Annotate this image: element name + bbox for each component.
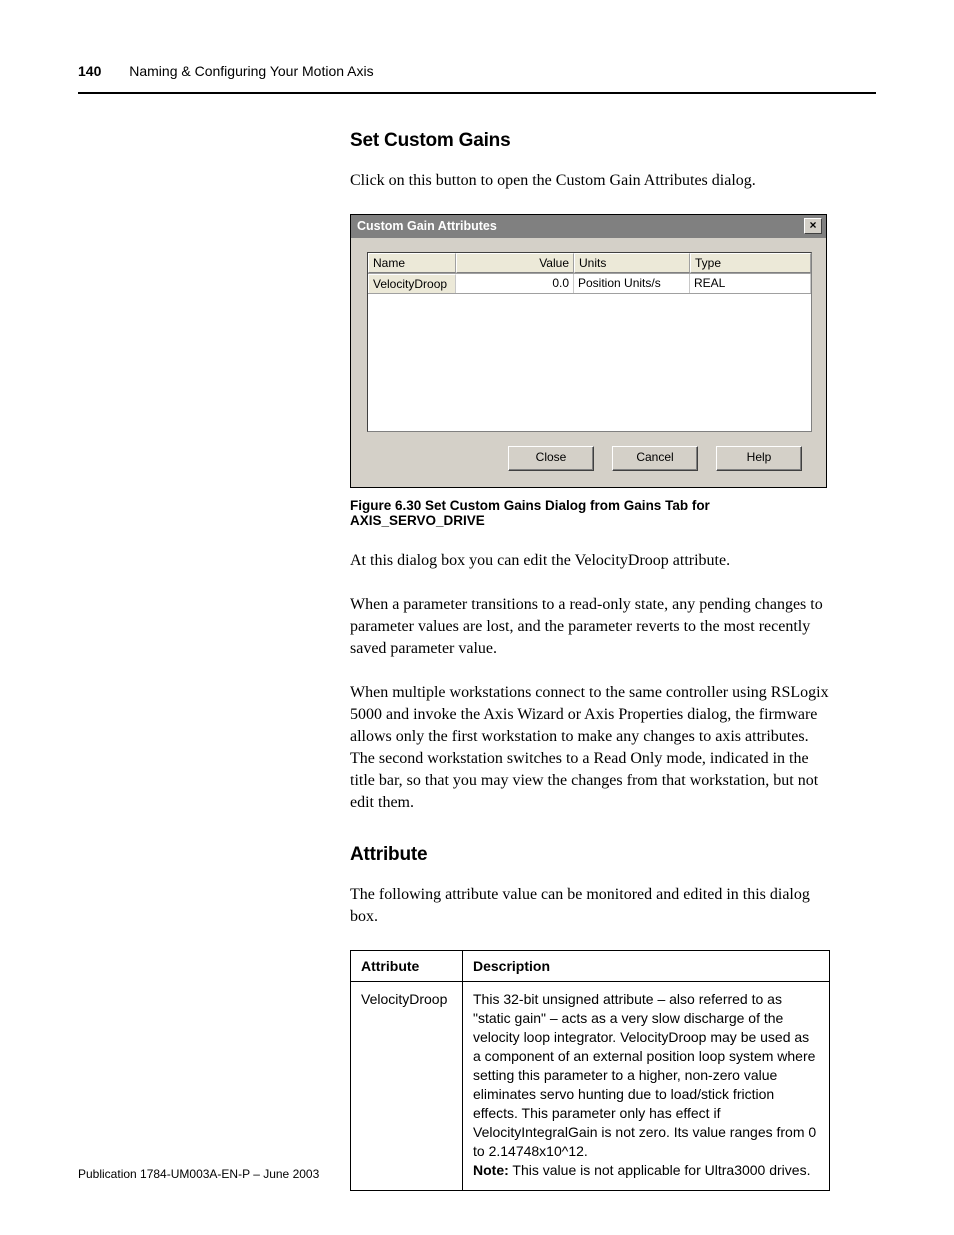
running-header: 140 Naming & Configuring Your Motion Axi… [78,64,876,88]
attr-desc-text: This 32-bit unsigned attribute – also re… [473,991,816,1159]
grid-header-type: Type [690,253,811,273]
publication-footer: Publication 1784-UM003A-EN-P – June 2003 [78,1167,319,1181]
attribute-heading: Attribute [350,844,830,866]
row-value-cell[interactable]: 0.0 [456,274,574,293]
attr-th-description: Description [463,951,830,982]
gain-grid[interactable]: Name Value Units Type VelocityDroop 0.0 … [367,252,812,432]
section-heading-set-custom-gains: Set Custom Gains [350,130,830,152]
help-button[interactable]: Help [716,446,802,471]
row-name-cell[interactable]: VelocityDroop [368,274,456,293]
header-rule [78,92,876,94]
attr-cell-description: This 32-bit unsigned attribute – also re… [463,982,830,1191]
intro-paragraph: Click on this button to open the Custom … [350,170,830,192]
attr-cell-name: VelocityDroop [351,982,463,1191]
page-number: 140 [78,63,101,79]
attr-th-attribute: Attribute [351,951,463,982]
attr-note-label: Note: [473,1162,509,1178]
grid-header-value: Value [456,253,574,273]
paragraph-1: At this dialog box you can edit the Velo… [350,550,830,572]
close-icon[interactable]: × [804,218,822,234]
dialog-title-text: Custom Gain Attributes [357,219,497,233]
cancel-button[interactable]: Cancel [612,446,698,471]
paragraph-2: When a parameter transitions to a read-o… [350,594,830,660]
close-button[interactable]: Close [508,446,594,471]
row-units-cell: Position Units/s [574,274,690,293]
dialog-titlebar: Custom Gain Attributes × [351,215,826,238]
chapter-title: Naming & Configuring Your Motion Axis [129,63,373,79]
grid-header-units: Units [574,253,690,273]
figure-caption: Figure 6.30 Set Custom Gains Dialog from… [350,498,830,528]
paragraph-3: When multiple workstations connect to th… [350,682,830,814]
attribute-intro: The following attribute value can be mon… [350,884,830,928]
table-row: VelocityDroop This 32-bit unsigned attri… [351,982,830,1191]
attr-note-text: This value is not applicable for Ultra30… [509,1162,811,1178]
attribute-table: Attribute Description VelocityDroop This… [350,950,830,1191]
row-type-cell: REAL [690,274,811,293]
custom-gain-attributes-dialog: Custom Gain Attributes × Name Value Unit… [350,214,827,488]
grid-header-name: Name [368,253,456,273]
